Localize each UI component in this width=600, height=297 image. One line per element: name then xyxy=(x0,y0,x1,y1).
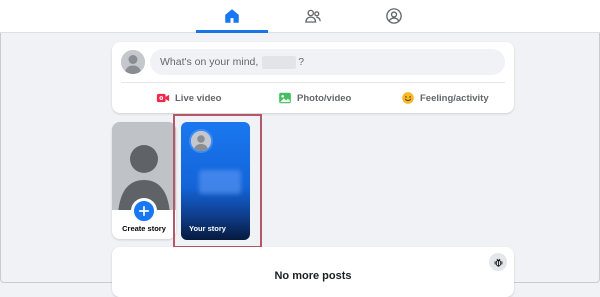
story-avatar xyxy=(189,129,213,153)
create-story-label: Create story xyxy=(122,224,166,233)
plus-icon xyxy=(138,205,150,217)
tab-friends[interactable] xyxy=(277,0,349,32)
home-icon xyxy=(225,9,239,23)
no-more-posts-text: No more posts xyxy=(274,270,352,282)
top-navigation xyxy=(0,0,600,33)
your-story-card[interactable]: Your story xyxy=(181,122,250,240)
report-bug-button[interactable] xyxy=(489,253,507,271)
blurred-story-content xyxy=(199,170,241,194)
create-story-card[interactable]: Create story xyxy=(112,122,176,239)
tab-home[interactable] xyxy=(196,0,268,33)
friends-icon xyxy=(305,9,321,23)
photo-video-button[interactable]: Photo/video xyxy=(278,87,351,109)
avatar[interactable] xyxy=(121,50,145,74)
feeling-activity-label: Feeling/activity xyxy=(420,92,489,104)
default-avatar-icon xyxy=(121,50,145,74)
redacted-name xyxy=(262,55,297,69)
default-profile-silhouette-icon xyxy=(112,122,176,210)
no-more-posts-card: No more posts xyxy=(112,247,514,297)
tab-profile[interactable] xyxy=(358,0,430,32)
create-story-photo xyxy=(112,122,176,210)
post-composer: What's on your mind, ? Live video Photo/… xyxy=(112,42,514,113)
profile-icon xyxy=(386,8,402,24)
bug-icon xyxy=(493,258,503,267)
live-video-icon xyxy=(156,93,170,103)
photo-icon xyxy=(279,92,291,104)
add-story-button[interactable] xyxy=(131,198,157,224)
whats-on-your-mind-input[interactable]: What's on your mind, ? xyxy=(150,49,505,75)
composer-placeholder-suffix: ? xyxy=(298,56,305,68)
feeling-activity-button[interactable]: Feeling/activity xyxy=(401,87,489,109)
composer-placeholder-prefix: What's on your mind, xyxy=(160,56,259,68)
your-story-label: Your story xyxy=(189,224,226,233)
composer-divider xyxy=(121,82,505,83)
live-video-label: Live video xyxy=(175,92,222,104)
photo-video-label: Photo/video xyxy=(297,92,352,104)
default-avatar-icon xyxy=(191,131,211,151)
live-video-button[interactable]: Live video xyxy=(156,87,221,109)
feeling-icon xyxy=(402,92,414,104)
